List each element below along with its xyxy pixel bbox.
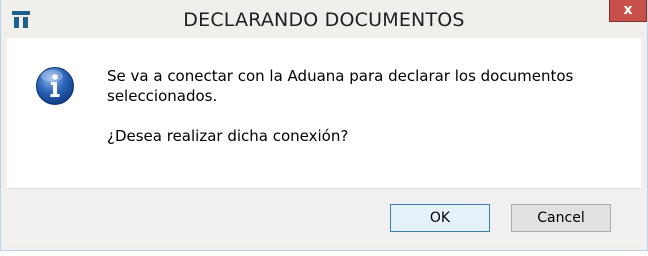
message-question: ¿Desea realizar dicha conexión? <box>107 127 349 145</box>
dialog-title: DECLARANDO DOCUMENTOS <box>183 9 465 31</box>
close-button[interactable]: x <box>609 0 647 22</box>
message-line: Se va a conectar con la Aduana para decl… <box>107 67 574 105</box>
message-text: Se va a conectar con la Aduana para decl… <box>107 66 637 146</box>
dialog-window: DECLARANDO DOCUMENTOS x Se va a conectar… <box>0 0 648 251</box>
message-area: Se va a conectar con la Aduana para decl… <box>7 38 641 188</box>
ok-button[interactable]: OK <box>390 204 490 232</box>
title-bar[interactable]: DECLARANDO DOCUMENTOS x <box>1 0 647 38</box>
button-bar: OK Cancel <box>7 188 641 245</box>
info-icon <box>35 66 75 106</box>
cancel-button[interactable]: Cancel <box>511 204 611 232</box>
